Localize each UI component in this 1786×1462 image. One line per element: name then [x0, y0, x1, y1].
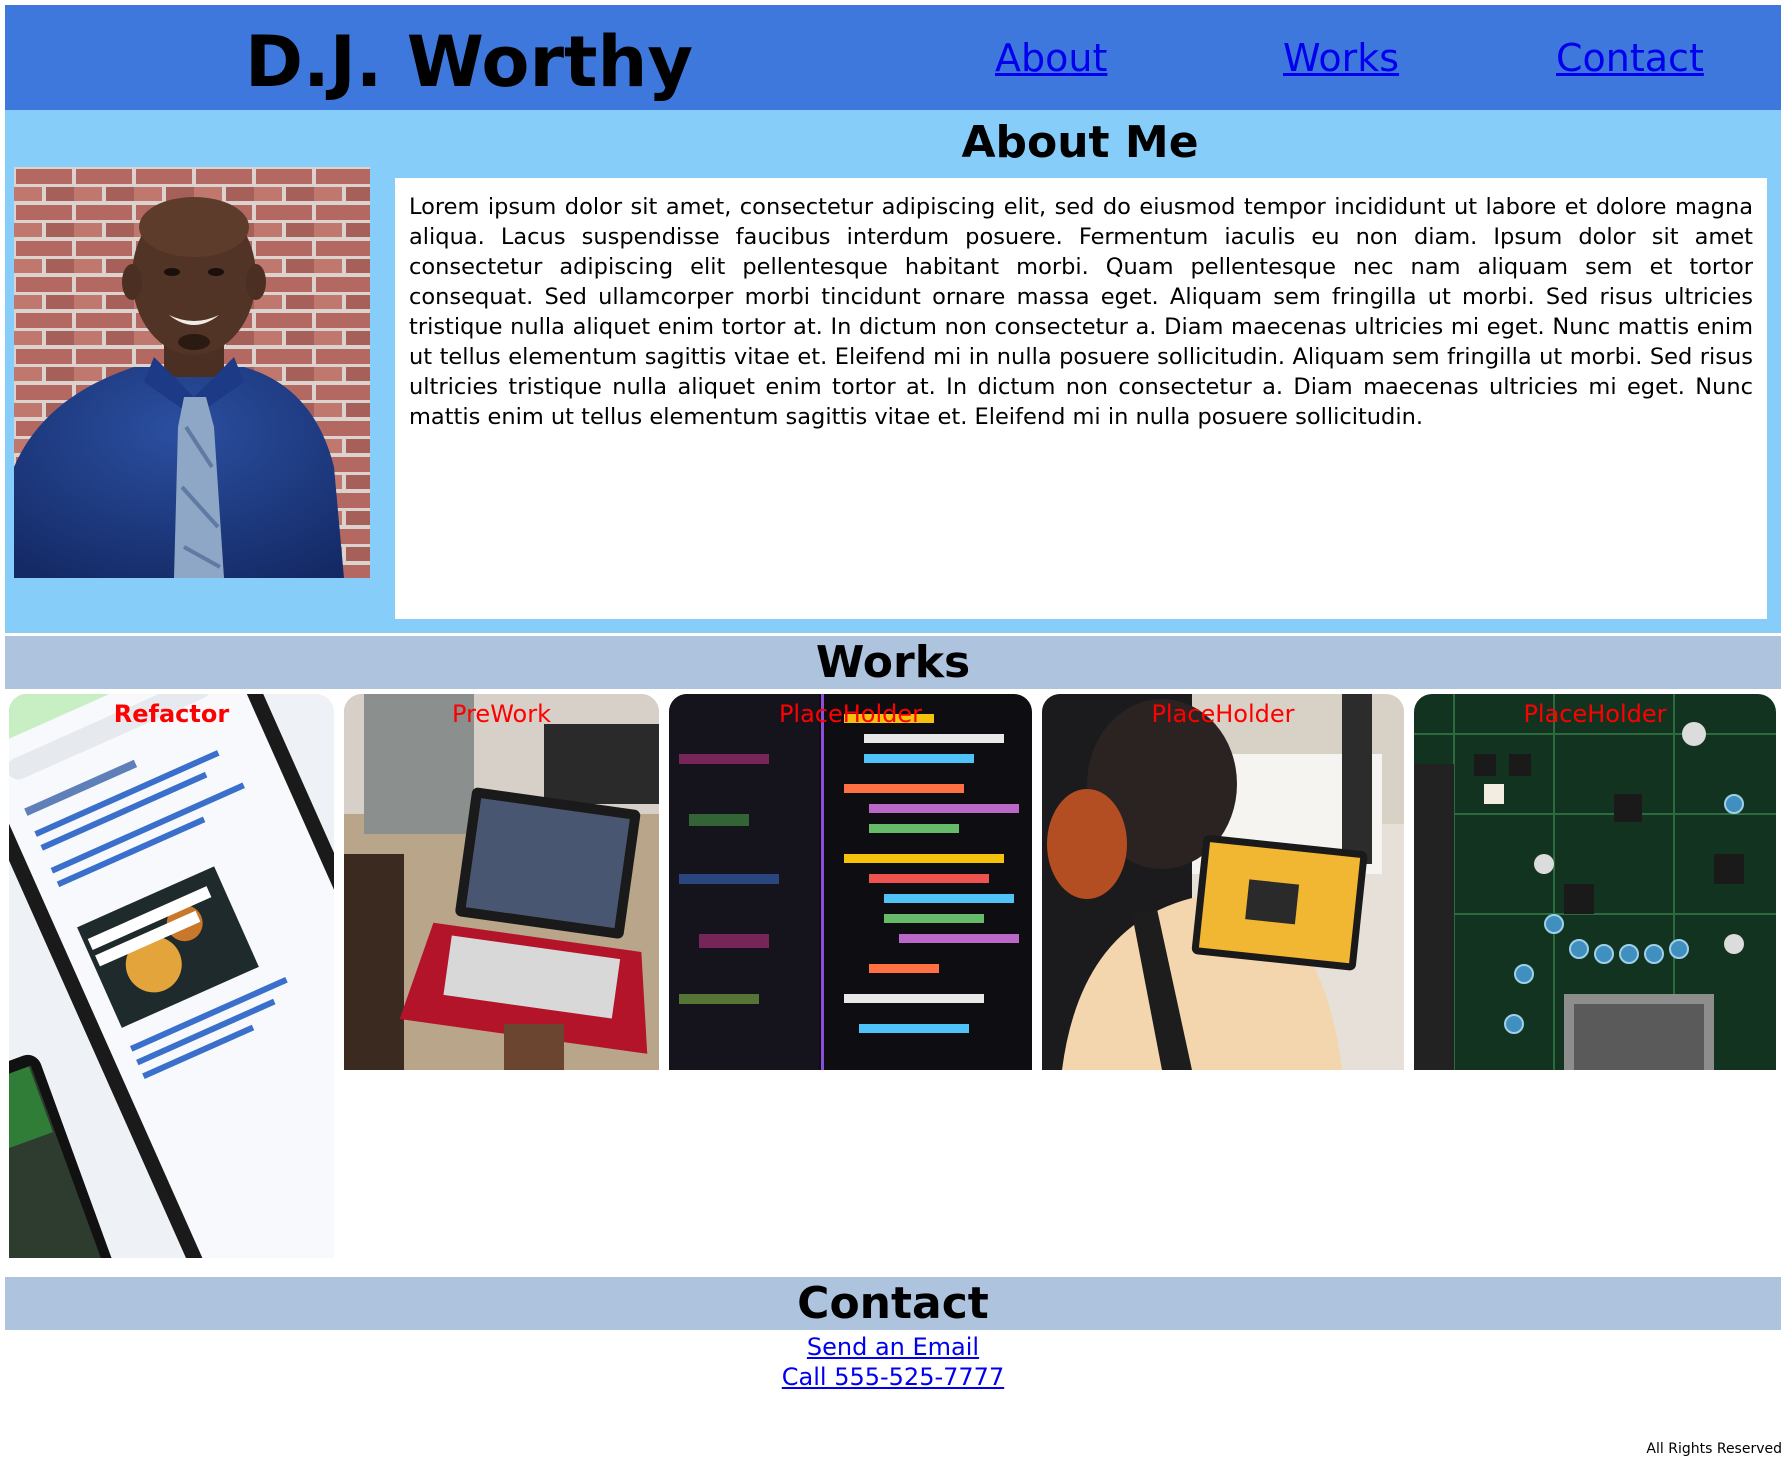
profile-photo — [14, 167, 370, 578]
about-text-box: Lorem ipsum dolor sit amet, consectetur … — [395, 178, 1767, 619]
works-title: Works — [815, 637, 971, 688]
contact-header-bar: Contact — [5, 1277, 1781, 1330]
work-card-label: Refactor — [113, 700, 230, 728]
call-phone-link[interactable]: Call 555-525-7777 — [0, 1362, 1786, 1392]
nav-link-about[interactable]: About — [995, 33, 1107, 83]
work-card-refactor[interactable]: Refactor — [9, 694, 334, 1258]
contact-title: Contact — [797, 1278, 989, 1329]
send-email-link[interactable]: Send an Email — [0, 1332, 1786, 1362]
site-header: D.J. Worthy About Works Contact — [5, 5, 1781, 110]
footer-copyright: All Rights Reserved — [1646, 1441, 1782, 1457]
works-header-bar: Works — [5, 636, 1781, 689]
work-card-label: PlaceHolder — [1151, 700, 1295, 728]
site-title: D.J. Worthy — [245, 21, 693, 103]
work-card-placeholder-2[interactable]: PlaceHolder — [1042, 694, 1404, 1070]
nav-link-works[interactable]: Works — [1283, 33, 1399, 83]
about-text: Lorem ipsum dolor sit amet, consectetur … — [409, 194, 1753, 430]
about-title: About Me — [961, 117, 1199, 168]
work-card-label: PreWork — [452, 700, 551, 728]
about-section: About Me Lorem ipsum dolor sit amet, con… — [5, 110, 1781, 633]
work-card-label: PlaceHolder — [1523, 700, 1667, 728]
work-card-prework[interactable]: PreWork — [344, 694, 659, 1070]
work-card-placeholder-3[interactable]: PlaceHolder — [1414, 694, 1776, 1070]
nav-link-contact[interactable]: Contact — [1556, 33, 1704, 83]
work-card-label: PlaceHolder — [778, 700, 923, 728]
work-card-placeholder-1[interactable]: PlaceHolder — [669, 694, 1032, 1070]
